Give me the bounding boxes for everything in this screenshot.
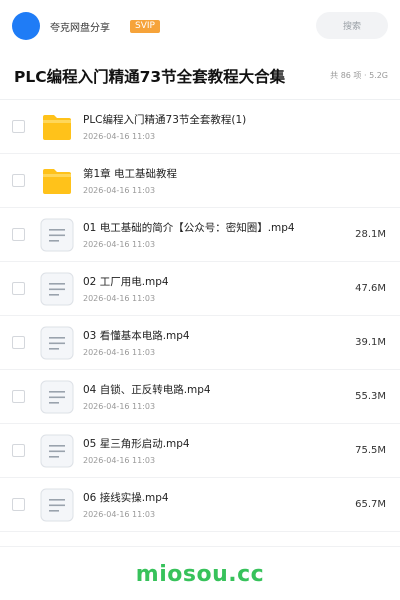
share-meta: 共 86 项 · 5.2G: [330, 71, 388, 80]
list-item[interactable]: 第1章 电工基础教程 2026-04-16 11:03: [0, 154, 400, 208]
row-checkbox[interactable]: [12, 228, 25, 241]
item-info: 第1章 电工基础教程 2026-04-16 11:03: [83, 166, 386, 195]
item-info: 01 电工基础的简介【公众号：密知圈】.mp4 2026-04-16 11:03: [83, 220, 347, 249]
file-doc-icon: [40, 488, 74, 522]
item-date: 2026-04-16 11:03: [83, 294, 156, 303]
list-item[interactable]: 01 电工基础的简介【公众号：密知圈】.mp4 2026-04-16 11:03 2…: [0, 208, 400, 262]
item-size: 55.3M: [355, 391, 386, 402]
item-info: 02 工厂用电.mp4 2026-04-16 11:03: [83, 274, 347, 303]
file-doc-icon: [40, 272, 74, 306]
item-date: 2026-04-16 11:03: [83, 456, 156, 465]
row-checkbox[interactable]: [12, 390, 25, 403]
item-info: 05 星三角形启动.mp4 2026-04-16 11:03: [83, 436, 347, 465]
item-date: 2026-04-16 11:03: [83, 240, 156, 249]
file-doc-icon: [40, 380, 74, 414]
search-placeholder: 搜索: [342, 22, 361, 32]
item-info: PLC编程入门精通73节全套教程(1) 2026-04-16 11:03: [83, 112, 386, 141]
item-date: 2026-04-16 11:03: [83, 348, 156, 357]
item-name: 03 看懂基本电路.mp4: [83, 330, 190, 342]
row-checkbox[interactable]: [12, 174, 25, 187]
list-item[interactable]: 03 看懂基本电路.mp4 2026-04-16 11:03 39.1M: [0, 316, 400, 370]
page-title: PLC编程入门精通73节全套教程大合集: [14, 67, 286, 86]
item-info: 03 看懂基本电路.mp4 2026-04-16 11:03: [83, 328, 347, 357]
list-item[interactable]: 02 工厂用电.mp4 2026-04-16 11:03 47.6M: [0, 262, 400, 316]
item-name: PLC编程入门精通73节全套教程(1): [83, 114, 247, 126]
file-doc-icon: [40, 326, 74, 360]
item-name: 01 电工基础的简介【公众号：密知圈】.mp4: [83, 222, 295, 234]
item-date: 2026-04-16 11:03: [83, 132, 156, 141]
item-size: 28.1M: [355, 229, 386, 240]
row-checkbox[interactable]: [12, 282, 25, 295]
share-title-row: PLC编程入门精通73节全套教程大合集 共 86 项 · 5.2G: [0, 52, 400, 100]
row-checkbox[interactable]: [12, 336, 25, 349]
item-name: 05 星三角形启动.mp4: [83, 438, 190, 450]
search-input[interactable]: 搜索: [316, 12, 388, 39]
item-size: 39.1M: [355, 337, 386, 348]
brand-name: 夸克网盘分享: [50, 22, 110, 34]
avatar[interactable]: [12, 12, 40, 40]
row-checkbox[interactable]: [12, 498, 25, 511]
file-list: PLC编程入门精通73节全套教程(1) 2026-04-16 11:03 第1章 电…: [0, 100, 400, 532]
list-item[interactable]: 04 自锁、正反转电路.mp4 2026-04-16 11:03 55.3M: [0, 370, 400, 424]
watermark-text: miosou.cc: [135, 562, 265, 587]
list-item[interactable]: PLC编程入门精通73节全套教程(1) 2026-04-16 11:03: [0, 100, 400, 154]
item-date: 2026-04-16 11:03: [83, 510, 156, 519]
file-doc-icon: [40, 218, 74, 252]
item-date: 2026-04-16 11:03: [83, 402, 156, 411]
list-item[interactable]: 05 星三角形启动.mp4 2026-04-16 11:03 75.5M: [0, 424, 400, 478]
item-name: 第1章 电工基础教程: [83, 168, 178, 180]
row-checkbox[interactable]: [12, 120, 25, 133]
svip-badge: SVIP: [130, 19, 160, 33]
item-name: 02 工厂用电.mp4: [83, 276, 169, 288]
item-size: 47.6M: [355, 283, 386, 294]
item-name: 04 自锁、正反转电路.mp4: [83, 384, 211, 396]
item-size: 65.7M: [355, 499, 386, 510]
app-header: 夸克网盘分享 SVIP 搜索: [0, 0, 400, 52]
folder-icon: [40, 164, 74, 198]
item-size: 75.5M: [355, 445, 386, 456]
folder-icon: [40, 110, 74, 144]
item-date: 2026-04-16 11:03: [83, 186, 156, 195]
footer-divider: [0, 546, 400, 547]
item-info: 04 自锁、正反转电路.mp4 2026-04-16 11:03: [83, 382, 347, 411]
row-checkbox[interactable]: [12, 444, 25, 457]
item-name: 06 接线实操.mp4: [83, 492, 169, 504]
item-info: 06 接线实操.mp4 2026-04-16 11:03: [83, 490, 347, 519]
file-doc-icon: [40, 434, 74, 468]
list-item[interactable]: 06 接线实操.mp4 2026-04-16 11:03 65.7M: [0, 478, 400, 532]
